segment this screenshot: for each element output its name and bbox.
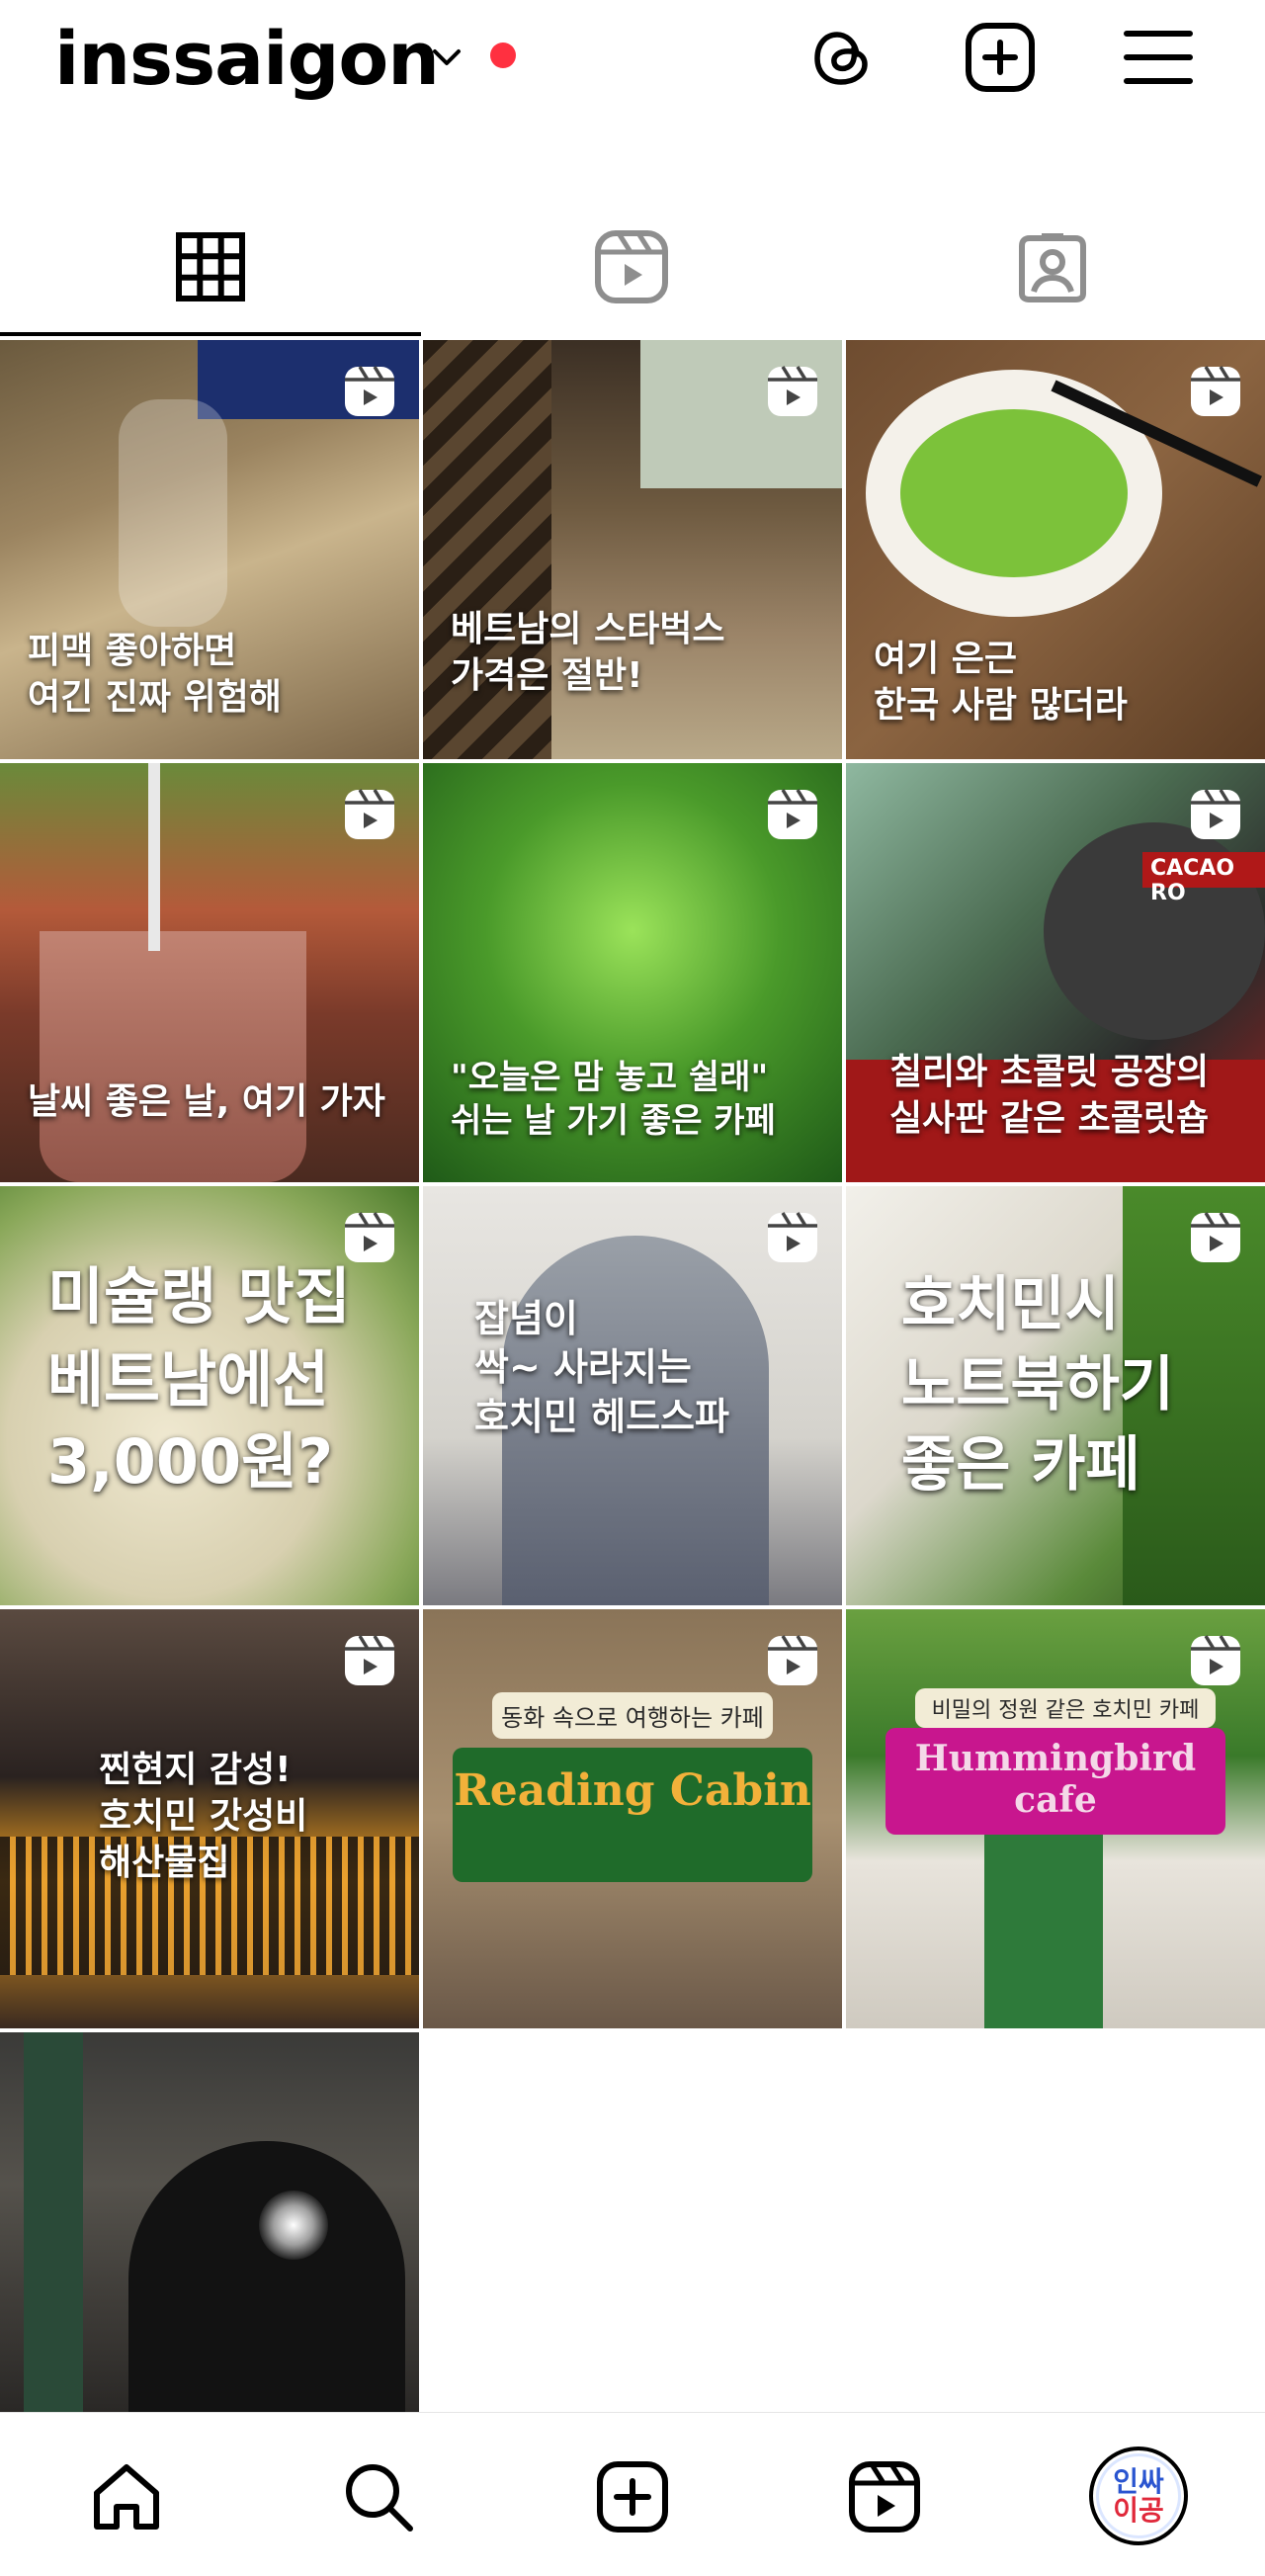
profile-tabs	[0, 198, 1265, 336]
reel-icon	[1191, 366, 1240, 416]
notification-dot	[490, 43, 516, 68]
reel-icon	[1191, 1635, 1240, 1685]
tab-tagged[interactable]	[842, 198, 1263, 336]
threads-icon[interactable]	[802, 18, 882, 97]
profile-avatar[interactable]: 인싸 이공	[1089, 2447, 1188, 2545]
post-caption: 찐현지 감성! 호치민 갓성비 해산물집	[99, 1750, 308, 1883]
post-subtitle: 비밀의 정원 같은 호치민 카페	[915, 1688, 1216, 1728]
reels-icon	[595, 230, 668, 303]
profile-header: inssaigon	[0, 0, 1265, 119]
post-caption: 베트남의 스타벅스 가격은 절반!	[451, 609, 725, 696]
search-icon[interactable]	[334, 2452, 423, 2541]
reel-icon	[768, 366, 817, 416]
post-thumbnail[interactable]: 비밀의 정원 같은 호치민 카페 Hummingbird cafe	[846, 1609, 1265, 2028]
avatar-text-bottom: 이공	[1113, 2494, 1164, 2527]
menu-icon[interactable]	[1119, 18, 1198, 97]
reel-icon	[345, 1635, 394, 1685]
reel-icon	[345, 789, 394, 839]
post-thumbnail[interactable]: 날씨 좋은 날, 여기 가자	[0, 763, 419, 1182]
reel-icon	[768, 1635, 817, 1685]
username[interactable]: inssaigon	[54, 10, 440, 109]
post-banner: Hummingbird cafe	[886, 1728, 1225, 1835]
post-thumbnail[interactable]: 여기 은근 한국 사람 많더라	[846, 340, 1265, 759]
post-caption: 여기 은근 한국 사람 많더라	[874, 639, 1128, 726]
post-banner: Reading Cabin	[453, 1748, 812, 1882]
post-caption: 피맥 좋아하면 여긴 진짜 위험해	[28, 631, 282, 718]
post-banner-title: Reading Cabin	[454, 1765, 811, 1816]
post-caption: 호치민시 노트북하기 좋은 카페	[901, 1270, 1174, 1500]
tagged-icon	[1019, 233, 1086, 302]
tab-reels[interactable]	[421, 198, 842, 336]
post-caption: 잡념이 싹~ 사라지는 호치민 헤드스파	[474, 1297, 729, 1438]
reel-icon	[768, 789, 817, 839]
post-caption: 미슐랭 맛집 베트남에선 3,000원?	[47, 1260, 351, 1499]
tab-posts-grid[interactable]	[0, 198, 421, 336]
post-thumbnail[interactable]: 피맥 좋아하면 여긴 진짜 위험해	[0, 340, 419, 759]
post-caption: 날씨 좋은 날, 여기 가자	[28, 1081, 385, 1122]
post-subtitle: 동화 속으로 여행하는 카페	[492, 1692, 773, 1739]
post-thumbnail[interactable]: 동화 속으로 여행하는 카페 Reading Cabin	[423, 1609, 842, 2028]
post-thumbnail[interactable]	[0, 2032, 419, 2412]
bottom-navigation: 인싸 이공	[0, 2412, 1265, 2576]
post-thumbnail[interactable]: CACAO RO 칠리와 초콜릿 공장의 실사판 같은 초콜릿숍	[846, 763, 1265, 1182]
post-banner-title: Hummingbird cafe	[914, 1738, 1197, 1821]
reel-icon	[1191, 1212, 1240, 1262]
active-tab-indicator	[0, 332, 421, 336]
reel-icon	[768, 1212, 817, 1262]
add-post-icon[interactable]	[961, 18, 1040, 97]
post-thumbnail[interactable]: 호치민시 노트북하기 좋은 카페	[846, 1186, 1265, 1605]
create-icon[interactable]	[588, 2452, 677, 2541]
home-icon[interactable]	[82, 2452, 171, 2541]
avatar-image: 인싸 이공	[1096, 2453, 1181, 2538]
grid-icon	[176, 232, 245, 301]
post-caption: 칠리와 초콜릿 공장의 실사판 같은 초콜릿숍	[889, 1052, 1210, 1139]
post-thumbnail[interactable]: 미슐랭 맛집 베트남에선 3,000원?	[0, 1186, 419, 1605]
avatar-text-top-label: 인싸	[1113, 2464, 1164, 2498]
reel-icon	[1191, 789, 1240, 839]
chevron-down-icon[interactable]	[427, 38, 466, 77]
post-caption: "오늘은 맘 놓고 쉴래" 쉬는 날 가기 좋은 카페	[451, 1058, 776, 1142]
post-thumbnail[interactable]: 잡념이 싹~ 사라지는 호치민 헤드스파	[423, 1186, 842, 1605]
post-thumbnail[interactable]: 찐현지 감성! 호치민 갓성비 해산물집	[0, 1609, 419, 2028]
avatar-text-top: 인싸	[1113, 2464, 1164, 2498]
post-thumbnail[interactable]: "오늘은 맘 놓고 쉴래" 쉬는 날 가기 좋은 카페	[423, 763, 842, 1182]
reels-icon[interactable]	[840, 2452, 929, 2541]
shop-sign: CACAO RO	[1142, 852, 1265, 905]
post-thumbnail[interactable]: 베트남의 스타벅스 가격은 절반!	[423, 340, 842, 759]
reel-icon	[345, 366, 394, 416]
